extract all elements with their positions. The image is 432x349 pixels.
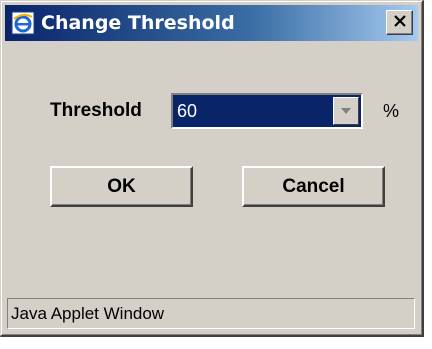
- cancel-button[interactable]: Cancel: [242, 166, 385, 207]
- ok-button[interactable]: OK: [50, 166, 193, 207]
- chevron-down-icon: [340, 102, 352, 120]
- title-bar[interactable]: Change Threshold: [5, 5, 418, 41]
- threshold-label: Threshold: [50, 100, 142, 121]
- threshold-dropdown[interactable]: 60: [171, 93, 363, 129]
- internet-explorer-icon: [11, 11, 35, 35]
- close-button[interactable]: [386, 10, 413, 35]
- window-title: Change Threshold: [41, 12, 235, 34]
- close-icon: [393, 14, 407, 32]
- threshold-value: 60: [177, 101, 198, 121]
- status-text: Java Applet Window: [11, 303, 165, 323]
- status-bar: Java Applet Window: [7, 298, 415, 329]
- dropdown-arrow-button[interactable]: [333, 97, 359, 125]
- unit-label: %: [383, 101, 400, 121]
- dialog-window: Change Threshold Threshold 60 % OK Cance…: [0, 0, 424, 337]
